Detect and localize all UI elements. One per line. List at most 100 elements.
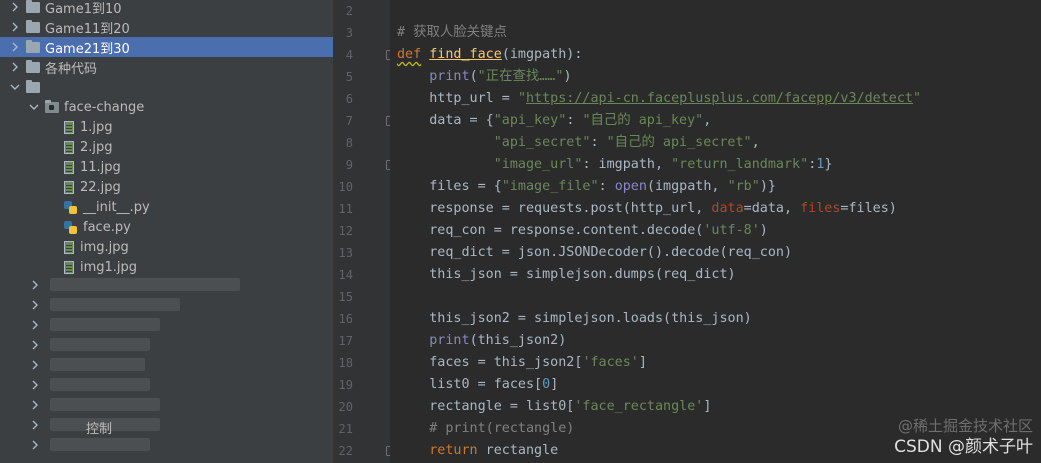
- tree-folder[interactable]: [0, 77, 333, 97]
- code-line[interactable]: return rectangle: [397, 440, 558, 462]
- project-tree: Game1到10 Game11到20 Game21到30 各种代码 face-chang…: [0, 0, 333, 463]
- tree-folder[interactable]: Game1到10: [0, 0, 333, 17]
- line-number: 16: [338, 312, 353, 326]
- image-file-icon: [64, 160, 74, 174]
- redacted-tree-item: [50, 378, 150, 391]
- tree-item-label: face.py: [83, 219, 131, 235]
- tree-item-label: img.jpg: [80, 239, 129, 255]
- code-line[interactable]: print(this_json2): [397, 330, 566, 352]
- code-line[interactable]: req_dict = json.JSONDecoder().decode(req…: [397, 242, 792, 264]
- tree-file[interactable]: 1.jpg: [0, 117, 333, 137]
- tree-folder[interactable]: face-change: [0, 97, 333, 117]
- chevron-right-icon[interactable]: [30, 358, 40, 372]
- line-number: 2: [345, 4, 353, 18]
- line-number: 9: [345, 158, 353, 172]
- code-line[interactable]: this_json2 = simplejson.loads(this_json): [397, 308, 752, 330]
- tree-file[interactable]: 22.jpg: [0, 177, 333, 197]
- chevron-right-icon[interactable]: [30, 418, 40, 432]
- code-line[interactable]: files = {"image_file": open(imgpath, "rb…: [397, 176, 776, 198]
- line-number: 13: [338, 246, 353, 260]
- tree-item-label: 1.jpg: [80, 119, 113, 135]
- redacted-tree-item: [50, 298, 180, 311]
- line-number: 18: [338, 356, 353, 370]
- folder-icon: [26, 59, 40, 73]
- tree-file[interactable]: img1.jpg: [0, 257, 333, 277]
- redacted-tree-item: [50, 438, 150, 451]
- tree-item-label: face-change: [64, 99, 145, 115]
- code-line[interactable]: faces = this_json2['faces']: [397, 352, 647, 374]
- code-line[interactable]: http_url = "https://api-cn.faceplusplus.…: [397, 88, 921, 110]
- tree-folder[interactable]: Game21到30: [0, 37, 333, 57]
- code-line[interactable]: "api_secret": "自己的 api_secret",: [397, 132, 760, 154]
- code-line[interactable]: rectangle = list0['face_rectangle']: [397, 396, 711, 418]
- tree-item-label: 各种代码: [45, 61, 98, 77]
- python-file-icon: [64, 220, 77, 234]
- tree-file[interactable]: face.py: [0, 217, 333, 237]
- redacted-tree-item: [50, 398, 160, 411]
- line-number: 8: [345, 136, 353, 150]
- tree-folder[interactable]: Game11到20: [0, 17, 333, 37]
- chevron-right-icon[interactable]: [30, 398, 40, 412]
- code-line[interactable]: print("正在查找……"): [397, 66, 571, 88]
- tree-item-label: Game21到30: [45, 41, 130, 57]
- image-file-icon: [64, 120, 74, 134]
- chevron-down-icon[interactable]: [29, 100, 39, 114]
- tree-file[interactable]: 2.jpg: [0, 137, 333, 157]
- line-number: 22: [338, 444, 353, 458]
- line-number: 15: [338, 290, 353, 304]
- line-number-gutter: 2 3 4 5 6 7 8 9 10 11 12 13 14 15 16 17 18 19 20 21 22: [333, 0, 395, 463]
- watermark: @稀土掘金技术社区 CSDN @颜术子叶: [894, 415, 1033, 457]
- code-line[interactable]: response = requests.post(http_url, data=…: [397, 198, 897, 220]
- chevron-right-icon[interactable]: [30, 338, 40, 352]
- chevron-right-icon[interactable]: [10, 20, 20, 34]
- tree-file[interactable]: 11.jpg: [0, 157, 333, 177]
- redacted-tree-item: [50, 278, 240, 291]
- code-line[interactable]: data = {"api_key": "自己的 api_key",: [397, 110, 711, 132]
- partial-tree-label: 控制: [86, 422, 113, 437]
- tree-folder[interactable]: 各种代码: [0, 57, 333, 77]
- code-line[interactable]: req_con = response.content.decode('utf-8…: [397, 220, 768, 242]
- chevron-right-icon[interactable]: [10, 40, 20, 54]
- chevron-right-icon[interactable]: [10, 60, 20, 74]
- tree-item-label: 2.jpg: [80, 139, 113, 155]
- code-editor[interactable]: # 获取人脸关键点 def find_face(imgpath): print("…: [390, 0, 1041, 463]
- line-number: 14: [338, 268, 353, 282]
- line-number: 19: [338, 378, 353, 392]
- line-number: 20: [338, 400, 353, 414]
- code-line[interactable]: # print(rectangle): [397, 418, 574, 440]
- tree-file[interactable]: __init__.py: [0, 197, 333, 217]
- chevron-down-icon[interactable]: [10, 80, 20, 94]
- redacted-tree-item: [50, 338, 150, 351]
- tree-item-label: 11.jpg: [80, 159, 121, 175]
- tree-item-label: Game1到10: [45, 1, 122, 17]
- chevron-right-icon[interactable]: [30, 438, 40, 452]
- code-line[interactable]: "image_url": imgpath, "return_landmark":…: [397, 154, 833, 176]
- chevron-right-icon[interactable]: [30, 298, 40, 312]
- tree-item-label: 22.jpg: [80, 179, 121, 195]
- tree-item-label: __init__.py: [83, 199, 150, 215]
- chevron-right-icon[interactable]: [30, 318, 40, 332]
- tree-file[interactable]: img.jpg: [0, 237, 333, 257]
- line-number: 3: [345, 26, 353, 40]
- line-number: 7: [345, 114, 353, 128]
- image-file-icon: [64, 260, 74, 274]
- code-line[interactable]: list0 = faces[0]: [397, 374, 558, 396]
- code-line[interactable]: def find_face(imgpath):: [397, 44, 582, 66]
- image-file-icon: [64, 240, 74, 254]
- chevron-right-icon[interactable]: [10, 0, 20, 14]
- code-line[interactable]: this_json = simplejson.dumps(req_dict): [397, 264, 735, 286]
- code-line[interactable]: # 获取人脸关键点: [397, 22, 507, 44]
- line-number: 11: [338, 202, 353, 216]
- tree-item-label: img1.jpg: [80, 259, 138, 275]
- python-file-icon: [64, 200, 77, 214]
- tree-item-label: Game11到20: [45, 21, 130, 37]
- chevron-right-icon[interactable]: [30, 378, 40, 392]
- line-number: 10: [338, 180, 353, 194]
- chevron-right-icon[interactable]: [30, 278, 40, 292]
- folder-icon: [26, 19, 40, 33]
